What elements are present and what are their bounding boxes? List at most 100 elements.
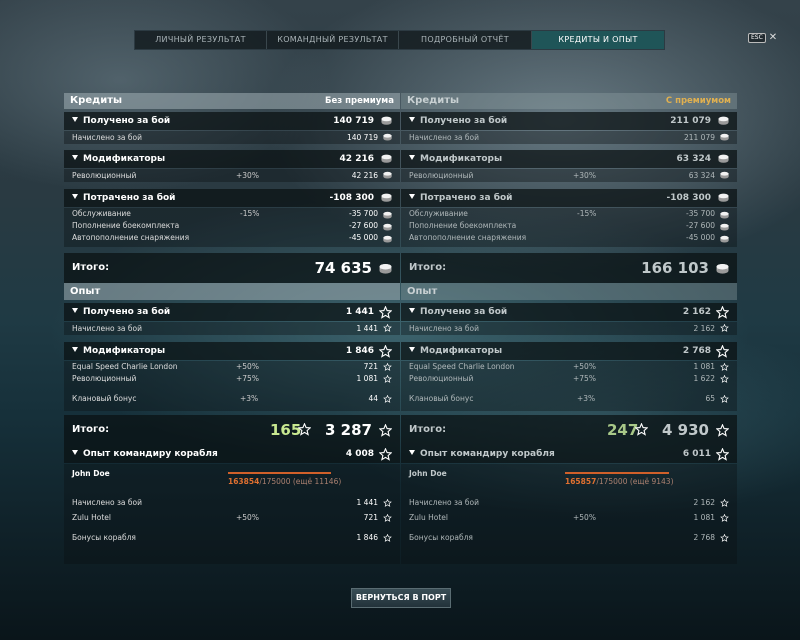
row-percent: +50% <box>573 513 596 522</box>
row-value: 1 846 <box>356 533 378 542</box>
credit-coin-icon <box>383 235 392 243</box>
xp-header: Опыт <box>64 283 400 300</box>
triangle-down-icon[interactable] <box>72 450 78 455</box>
row-label: Equal Speed Charlie London <box>409 362 515 371</box>
row-label: Пополнение боекомплекта <box>409 221 517 230</box>
account-mode-label: Без премиума <box>325 96 394 106</box>
xp-star-icon <box>383 363 392 371</box>
commander-xp-label: Опыт командиру корабля <box>420 449 555 459</box>
row-label: Автопополнение снаряжения <box>409 233 527 242</box>
xp-star-icon <box>720 499 729 507</box>
commander-xp-section[interactable]: Опыт командиру корабля 6 011 <box>401 445 737 463</box>
triangle-down-icon[interactable] <box>72 117 78 122</box>
triangle-down-icon[interactable] <box>409 450 415 455</box>
credit-coin-icon <box>381 193 392 202</box>
total-label: Итого: <box>409 262 447 273</box>
credits-modifiers-section[interactable]: Модификаторы 42 216 <box>64 150 400 168</box>
commander-xp-section[interactable]: Опыт командиру корабля 4 008 <box>64 445 400 463</box>
tab-team-result[interactable]: КОМАНДНЫЙ РЕЗУЛЬТАТ <box>267 31 399 49</box>
commander-xp-value: 4 008 <box>345 449 374 459</box>
spent-value: -108 300 <box>329 193 374 203</box>
credits-spent-section[interactable]: Потрачено за бой -108 300 <box>64 189 400 207</box>
account-mode-label: С премиумом <box>665 96 731 106</box>
triangle-down-icon[interactable] <box>409 308 415 313</box>
triangle-down-icon[interactable] <box>72 347 78 352</box>
modifiers-value: 42 216 <box>339 154 374 164</box>
xp-earned-label: Получено за бой <box>420 307 508 317</box>
commander-progress-text: 165857/175000 (ещё 9143) <box>565 477 674 486</box>
row-value: -35 700 <box>349 209 378 218</box>
credit-coin-icon <box>718 193 729 202</box>
credit-coin-icon <box>716 264 729 274</box>
xp-earned-section[interactable]: Получено за бой 2 162 <box>401 303 737 321</box>
row-value: 1 081 <box>356 374 378 383</box>
credits-earned-value: 211 079 <box>670 116 711 126</box>
row-label: Революционный <box>409 374 474 383</box>
xp-total-row: Итого: 165 3 287 <box>64 415 400 445</box>
xp-modifiers-section[interactable]: Модификаторы 1 846 <box>64 342 400 360</box>
total-value: 4 930 <box>662 421 709 439</box>
credit-coin-icon <box>718 154 729 163</box>
xp-modifier-rows: Equal Speed Charlie London +50% 1 081 Ре… <box>401 361 737 411</box>
row-value: 1 441 <box>356 498 378 507</box>
row-label: Революционный <box>72 171 137 180</box>
row-percent: +3% <box>577 394 596 403</box>
xp-modifiers-label: Модификаторы <box>420 346 503 356</box>
triangle-down-icon[interactable] <box>409 117 415 122</box>
spent-value: -108 300 <box>666 193 711 203</box>
return-to-port-button[interactable]: ВЕРНУТЬСЯ В ПОРТ <box>351 588 451 608</box>
triangle-down-icon[interactable] <box>72 155 78 160</box>
xp-star-icon <box>720 395 729 403</box>
credits-title: Кредиты <box>70 95 123 106</box>
row-value: 42 216 <box>351 171 378 180</box>
commander-progress-text: 163854/175000 (ещё 11146) <box>228 477 342 486</box>
credits-title: Кредиты <box>407 95 460 106</box>
commander-name: John Doe <box>409 469 447 478</box>
credits-spent-section[interactable]: Потрачено за бой -108 300 <box>401 189 737 207</box>
row-label: Начислено за бой <box>409 324 480 333</box>
modifiers-value: 63 324 <box>676 154 711 164</box>
row-label: Клановый бонус <box>72 394 137 403</box>
triangle-down-icon[interactable] <box>409 155 415 160</box>
row-value: -45 000 <box>686 233 715 242</box>
free-xp-value: 165 <box>270 421 302 439</box>
esc-close-button[interactable]: ESC ✕ <box>748 33 777 43</box>
row-value: 1 622 <box>693 374 715 383</box>
row-label: Equal Speed Charlie London <box>72 362 178 371</box>
triangle-down-icon[interactable] <box>409 194 415 199</box>
row-percent: -15% <box>577 209 597 218</box>
row-value: 63 324 <box>688 171 715 180</box>
row-value: 2 162 <box>693 498 715 507</box>
row-label: Начислено за бой <box>72 324 143 333</box>
close-icon[interactable]: ✕ <box>769 33 777 43</box>
tab-credits-and-xp[interactable]: КРЕДИТЫ И ОПЫТ <box>532 31 664 49</box>
xp-modifiers-label: Модификаторы <box>83 346 166 356</box>
credits-earned-section[interactable]: Получено за бой 211 079 <box>401 112 737 130</box>
xp-title: Опыт <box>70 286 101 297</box>
xp-modifiers-section[interactable]: Модификаторы 2 768 <box>401 342 737 360</box>
triangle-down-icon[interactable] <box>72 194 78 199</box>
triangle-down-icon[interactable] <box>409 347 415 352</box>
tab-personal-result[interactable]: ЛИЧНЫЙ РЕЗУЛЬТАТ <box>135 31 267 49</box>
xp-star-icon <box>379 448 392 461</box>
credits-earned-value: 140 719 <box>333 116 374 126</box>
xp-star-icon <box>720 363 729 371</box>
spent-rows: Обслуживание -15% -35 700 Пополнение бое… <box>401 208 737 247</box>
spent-rows: Обслуживание -15% -35 700 Пополнение бое… <box>64 208 400 247</box>
commander-name: John Doe <box>72 469 110 478</box>
row-value: 1 441 <box>356 324 378 333</box>
row-value: 1 081 <box>693 362 715 371</box>
credit-coin-icon <box>383 211 392 219</box>
row-label: Обслуживание <box>409 209 468 218</box>
xp-earned-section[interactable]: Получено за бой 1 441 <box>64 303 400 321</box>
credit-coin-icon <box>379 264 392 274</box>
row-label: Бонусы корабля <box>409 533 473 542</box>
row-label: Zulu Hotel <box>72 513 111 522</box>
credits-earned-section[interactable]: Получено за бой 140 719 <box>64 112 400 130</box>
triangle-down-icon[interactable] <box>72 308 78 313</box>
row-value: -35 700 <box>686 209 715 218</box>
free-xp-value: 247 <box>607 421 639 439</box>
commander-xp-label: Опыт командиру корабля <box>83 449 218 459</box>
tab-detailed-report[interactable]: ПОДРОБНЫЙ ОТЧЁТ <box>399 31 532 49</box>
credits-modifiers-section[interactable]: Модификаторы 63 324 <box>401 150 737 168</box>
